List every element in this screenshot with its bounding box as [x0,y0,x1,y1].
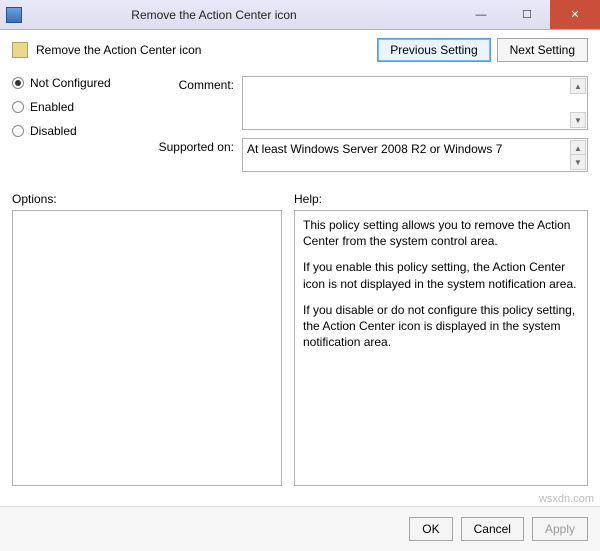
radio-label: Disabled [30,124,77,138]
minimize-button[interactable]: — [458,0,504,29]
scroll-down-icon[interactable]: ▼ [570,154,586,170]
supported-label: Supported on: [154,138,242,172]
supported-textarea: At least Windows Server 2008 R2 or Windo… [242,138,588,172]
comment-textarea[interactable]: ▲ ▼ [242,76,588,130]
radio-enabled[interactable]: Enabled [12,100,132,114]
radio-dot-icon [12,101,24,113]
scroll-up-icon[interactable]: ▲ [570,78,586,94]
close-button[interactable]: ✕ [550,0,600,29]
policy-heading: Remove the Action Center icon [12,42,201,58]
radio-disabled[interactable]: Disabled [12,124,132,138]
comment-group: Comment: ▲ ▼ [154,76,588,130]
options-panel: Options: [12,192,282,486]
content-area: Remove the Action Center icon Previous S… [0,30,600,486]
header-row: Remove the Action Center icon Previous S… [12,38,588,62]
radio-label: Enabled [30,100,74,114]
comment-label: Comment: [154,76,242,130]
cancel-button[interactable]: Cancel [461,517,524,541]
window-title: Remove the Action Center icon [30,8,458,22]
maximize-button[interactable]: ☐ [504,0,550,29]
previous-setting-button[interactable]: Previous Setting [377,38,490,62]
radio-dot-icon [12,125,24,137]
apply-button[interactable]: Apply [532,517,588,541]
policy-name: Remove the Action Center icon [36,43,201,57]
help-panel: Help: This policy setting allows you to … [294,192,588,486]
scroll-down-icon[interactable]: ▼ [570,112,586,128]
ok-button[interactable]: OK [409,517,452,541]
radio-group: Not Configured Enabled Disabled [12,76,132,180]
watermark: wsxdn.com [539,493,594,505]
help-paragraph: This policy setting allows you to remove… [303,217,579,249]
policy-icon [12,42,28,58]
config-row: Not Configured Enabled Disabled Comment:… [12,76,588,180]
help-box[interactable]: This policy setting allows you to remove… [294,210,588,486]
radio-dot-icon [12,77,24,89]
radio-label: Not Configured [30,76,111,90]
titlebar: Remove the Action Center icon — ☐ ✕ [0,0,600,30]
supported-group: Supported on: At least Windows Server 20… [154,138,588,172]
footer: OK Cancel Apply [0,506,600,551]
panels-row: Options: Help: This policy setting allow… [12,192,588,486]
form-column: Comment: ▲ ▼ Supported on: At least Wind… [154,76,588,180]
options-label: Options: [12,192,282,206]
supported-value: At least Windows Server 2008 R2 or Windo… [247,142,502,156]
next-setting-button[interactable]: Next Setting [497,38,588,62]
options-box[interactable] [12,210,282,486]
app-icon [6,7,22,23]
window-controls: — ☐ ✕ [458,0,600,29]
help-paragraph: If you enable this policy setting, the A… [303,259,579,291]
radio-not-configured[interactable]: Not Configured [12,76,132,90]
nav-buttons: Previous Setting Next Setting [377,38,588,62]
help-label: Help: [294,192,588,206]
help-paragraph: If you disable or do not configure this … [303,302,579,351]
